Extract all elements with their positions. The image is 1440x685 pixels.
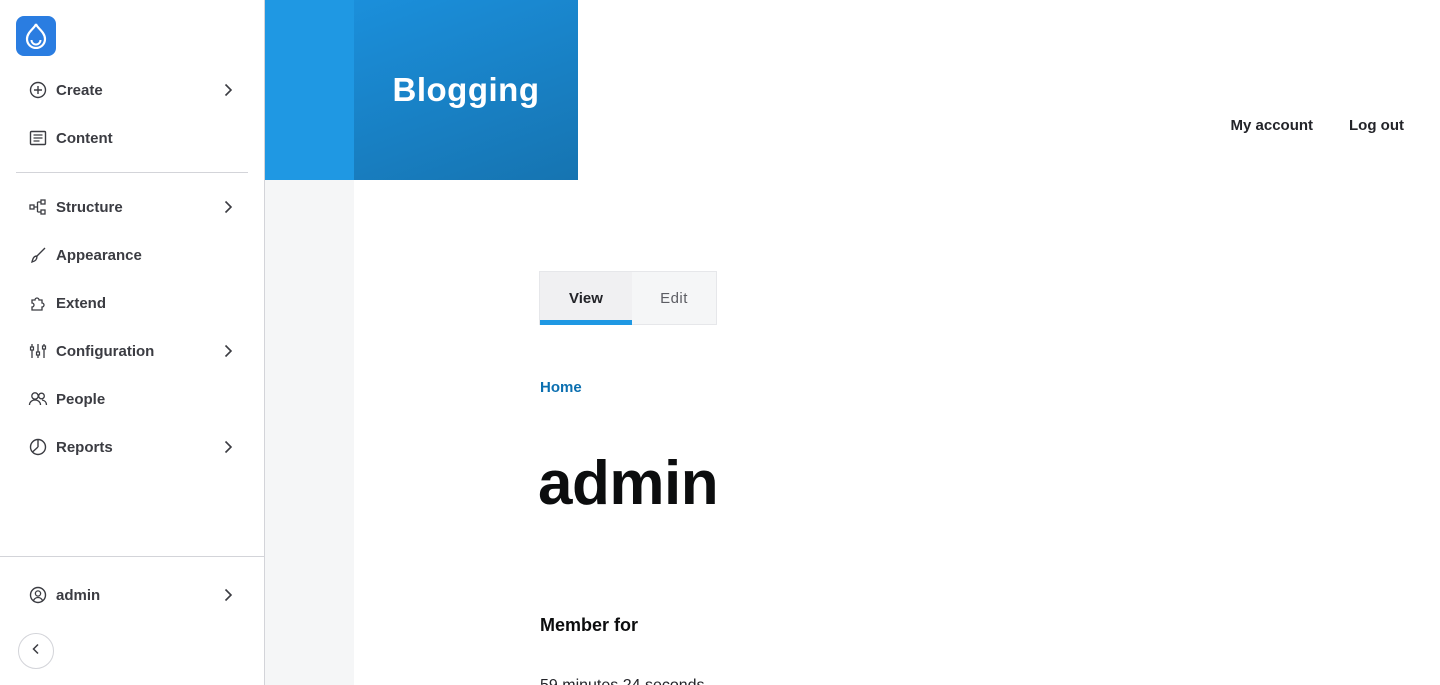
chevron-right-icon — [220, 439, 236, 455]
chevron-left-icon — [29, 642, 43, 661]
structure-icon — [28, 197, 48, 217]
sidebar-item-structure[interactable]: Structure — [16, 187, 248, 227]
admin-sidebar: Create Content Structure Appearance Exte… — [0, 0, 265, 685]
my-account-link[interactable]: My account — [1231, 117, 1314, 134]
pie-chart-icon — [28, 437, 48, 457]
sidebar-item-people[interactable]: People — [16, 379, 248, 419]
sidebar-item-extend[interactable]: Extend — [16, 283, 248, 323]
plus-circle-icon — [28, 80, 48, 100]
sidebar-user-menu[interactable]: admin — [16, 575, 248, 615]
chevron-right-icon — [220, 199, 236, 215]
sidebar-item-label: Reports — [56, 438, 113, 456]
chevron-right-icon — [220, 587, 236, 603]
puzzle-icon — [28, 293, 48, 313]
sidebar-item-create[interactable]: Create — [16, 70, 248, 110]
sidebar-item-content[interactable]: Content — [16, 118, 248, 158]
drupal-logo-icon[interactable] — [16, 16, 56, 56]
sidebar-item-label: Create — [56, 81, 103, 99]
account-menu: My account Log out — [1231, 117, 1405, 134]
sidebar-user-label: admin — [56, 586, 101, 604]
site-branding[interactable]: Blogging — [354, 0, 578, 180]
content-gutter — [265, 180, 354, 685]
sidebar-divider — [16, 172, 248, 173]
sidebar-item-label: Content — [56, 129, 113, 147]
content-list-icon — [28, 128, 48, 148]
tab-view[interactable]: View — [540, 272, 632, 325]
site-name[interactable]: Blogging — [393, 71, 540, 109]
member-for-value: 59 minutes 24 seconds — [540, 677, 705, 685]
sidebar-item-label: Appearance — [56, 246, 142, 264]
sidebar-item-configuration[interactable]: Configuration — [16, 331, 248, 371]
user-circle-icon — [28, 585, 48, 605]
sidebar-item-appearance[interactable]: Appearance — [16, 235, 248, 275]
page-title: admin — [538, 449, 719, 518]
people-icon — [28, 389, 48, 409]
sidebar-item-reports[interactable]: Reports — [16, 427, 248, 467]
sliders-icon — [28, 341, 48, 361]
chevron-right-icon — [220, 82, 236, 98]
member-for-label: Member for — [540, 615, 639, 635]
sidebar-item-label: Configuration — [56, 342, 155, 360]
sidebar-bottom-divider — [0, 556, 264, 557]
header-accent-strip — [265, 0, 354, 180]
log-out-link[interactable]: Log out — [1349, 117, 1404, 134]
chevron-right-icon — [220, 343, 236, 359]
sidebar-collapse-button[interactable] — [18, 633, 54, 669]
local-tasks-tabs: View Edit — [539, 271, 717, 325]
sidebar-item-label: Structure — [56, 198, 123, 216]
tab-edit[interactable]: Edit — [632, 272, 716, 324]
paintbrush-icon — [28, 245, 48, 265]
sidebar-item-label: People — [56, 390, 106, 408]
breadcrumb-home-link[interactable]: Home — [540, 379, 582, 396]
sidebar-item-label: Extend — [56, 294, 107, 312]
